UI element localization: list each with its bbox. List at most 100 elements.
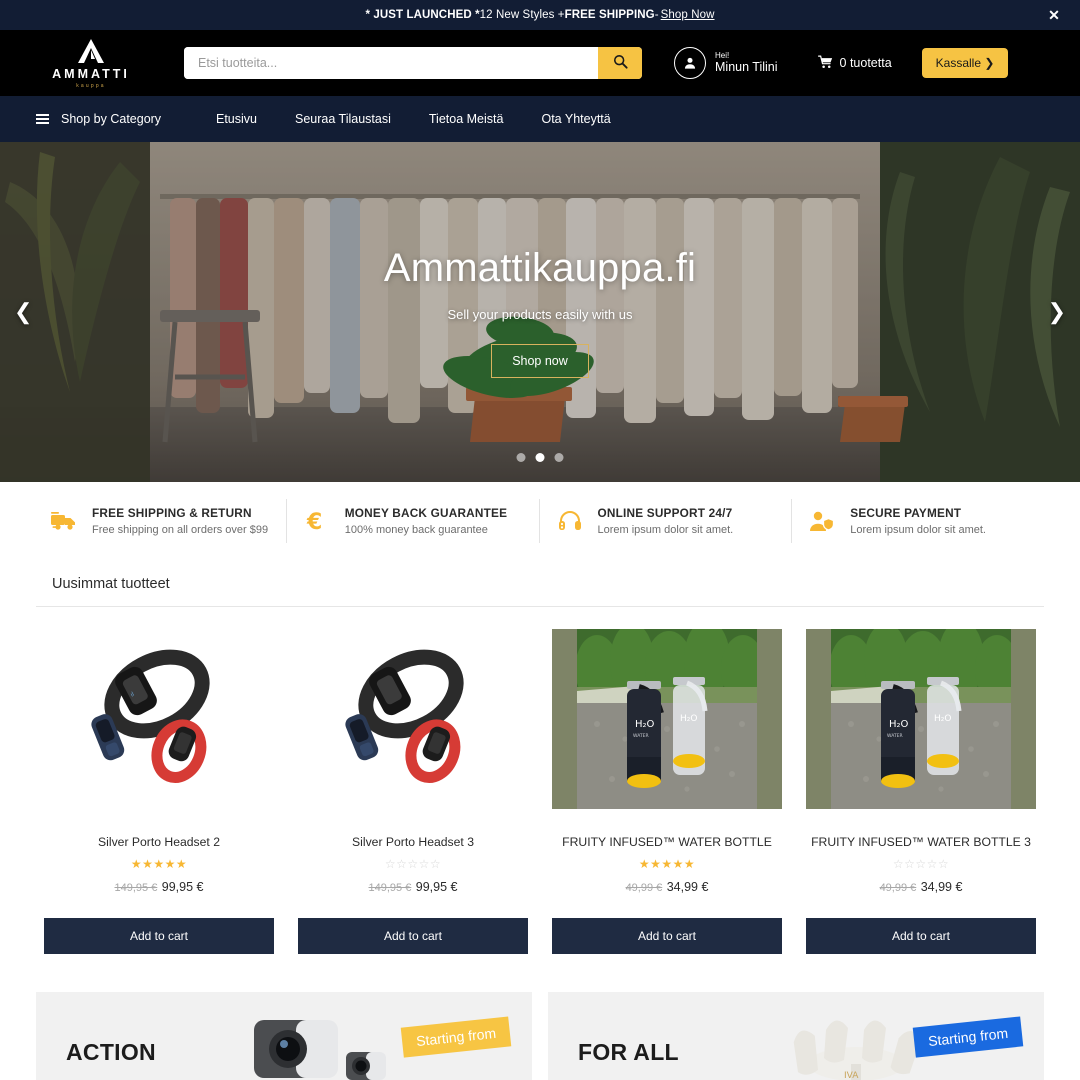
main-navigation: Shop by Category Etusivu Seuraa Tilausta… [0,96,1080,142]
latest-products-section: Uusimmat tuotteet ıl Silver Porto Headse… [0,560,1080,954]
add-to-cart-button[interactable]: Add to cart [298,918,528,954]
product-title: Silver Porto Headset 2 [98,835,220,849]
add-to-cart-button[interactable]: Add to cart [806,918,1036,954]
product-card[interactable]: H₂O WATER H₂O FRUITY INFUSED™ WATER BOTT… [544,629,790,954]
action-camera-image [244,992,393,1080]
logo-mark-icon [74,38,108,64]
shop-by-category-label: Shop by Category [61,112,162,126]
cart-summary[interactable]: 0 tuotetta [817,55,892,72]
features-strip: FREE SHIPPING & RETURN Free shipping on … [0,482,1080,560]
announcement-prefix: * JUST LAUNCHED * [365,9,480,21]
announcement-emphasis: FREE SHIPPING [564,9,655,21]
shop-by-category-button[interactable]: Shop by Category [36,112,216,126]
carousel-dot-1[interactable] [516,453,526,462]
product-image[interactable]: H₂O WATER H₂O [806,629,1036,809]
add-to-cart-button[interactable]: Add to cart [44,918,274,954]
cart-count-label: 0 tuotetta [839,56,892,70]
star-empty: ☆☆☆☆☆ [892,857,950,871]
product-prices: 49,99 € 34,99 € [806,878,1036,896]
product-card[interactable]: H₂O WATER H₂O FRUITY INFUSED™ WATER BOTT… [798,629,1044,954]
product-image[interactable]: H₂O WATER H₂O [552,629,782,809]
product-prices: 149,95 € 99,95 € [298,878,528,896]
hero-content: Ammattikauppa.fi Sell your products easi… [0,142,1080,482]
carousel-prev-button[interactable]: ❮ [14,299,32,325]
hero-carousel: Ammattikauppa.fi Sell your products easi… [0,142,1080,482]
promo-banners: ACTION Starting from FOR ALL IVA Startin… [0,954,1080,1080]
account-menu[interactable]: Hei! Minun Tilini [674,47,778,79]
feature-online-support: ONLINE SUPPORT 24/7 Lorem ipsum dolor si… [538,499,792,543]
feature-desc: Lorem ipsum dolor sit amet. [850,524,986,536]
svg-text:€: € [306,510,322,533]
dining-set-image: IVA [756,992,921,1080]
logo-subtitle: kauppa [76,82,106,89]
product-price-old: 49,99 € [625,882,663,894]
site-logo[interactable]: AMMATTI kauppa [36,38,146,89]
svg-text:H₂O: H₂O [889,719,909,730]
svg-text:IVA: IVA [844,1071,859,1080]
search-bar[interactable] [184,47,642,79]
product-rating: ★★★★★ [44,858,274,870]
account-name: Minun Tilini [715,60,778,75]
star-filled: ★★★★★ [638,857,696,871]
announcement-suffix: - [654,9,659,21]
product-price-new: 99,95 € [415,880,458,894]
product-prices: 49,99 € 34,99 € [552,878,782,896]
feature-title: FREE SHIPPING & RETURN [92,506,252,520]
feature-free-shipping: FREE SHIPPING & RETURN Free shipping on … [36,499,286,543]
nav-link-seuraa-tilaustasi[interactable]: Seuraa Tilaustasi [295,112,391,126]
nav-link-ota-yhteytta[interactable]: Ota Yhteyttä [541,112,610,126]
promo-tag: Starting from [400,1016,512,1058]
carousel-dot-2[interactable] [535,453,545,462]
promo-banner-action[interactable]: ACTION Starting from [36,992,532,1080]
hamburger-icon [36,114,49,124]
section-heading: Uusimmat tuotteet [36,560,1044,607]
announcement-shop-now-link[interactable]: Shop Now [661,9,715,21]
product-rating: ☆☆☆☆☆ [298,858,528,870]
feature-title: SECURE PAYMENT [850,506,962,520]
carousel-next-button[interactable]: ❯ [1048,299,1066,325]
euro-icon: € [303,509,331,533]
carousel-dots [516,453,564,462]
close-icon[interactable]: ✕ [1048,8,1060,22]
site-header: AMMATTI kauppa Hei! Minun Tilini [0,30,1080,96]
product-image[interactable] [298,629,528,809]
hero-title: Ammattikauppa.fi [383,246,697,290]
headset-icon [556,510,584,532]
promo-banner-for-all[interactable]: FOR ALL IVA Starting from [548,992,1044,1080]
product-price-old: 49,99 € [879,882,917,894]
product-rating: ★★★★★ [552,858,782,870]
add-to-cart-button[interactable]: Add to cart [552,918,782,954]
promo-title: FOR ALL [578,1038,679,1065]
star-filled: ★★★★★ [130,857,188,871]
search-button[interactable] [598,47,642,79]
shield-user-icon [808,510,836,532]
product-image[interactable]: ıl [44,629,274,809]
truck-icon [50,511,78,531]
account-greeting: Hei! [715,51,730,61]
product-card[interactable]: Silver Porto Headset 3 ☆☆☆☆☆ 149,95 € 99… [290,629,536,954]
product-price-old: 149,95 € [368,882,412,894]
product-price-old: 149,95 € [114,882,158,894]
checkout-button[interactable]: Kassalle ❯ [921,48,1009,78]
feature-desc: Lorem ipsum dolor sit amet. [597,524,734,536]
feature-title: MONEY BACK GUARANTEE [344,506,508,520]
nav-link-etusivu[interactable]: Etusivu [216,112,257,126]
hero-shop-now-button[interactable]: Shop now [491,344,589,378]
search-icon [613,54,628,72]
nav-link-tietoa-meista[interactable]: Tietoa Meistä [429,112,504,126]
star-empty: ☆☆☆☆☆ [384,857,442,871]
feature-money-back: € MONEY BACK GUARANTEE 100% money back g… [285,499,539,543]
svg-text:WATER: WATER [633,733,649,739]
feature-title: ONLINE SUPPORT 24/7 [597,506,733,520]
cart-icon [817,55,833,72]
svg-text:H₂O: H₂O [934,714,951,724]
search-input[interactable] [184,47,598,79]
product-title: Silver Porto Headset 3 [352,835,474,849]
product-prices: 149,95 € 99,95 € [44,878,274,896]
product-title: FRUITY INFUSED™ WATER BOTTLE 3 [811,835,1031,849]
feature-desc: Free shipping on all orders over $99 [92,524,269,536]
product-card[interactable]: ıl Silver Porto Headset 2 ★★★★★ 149,95 €… [36,629,282,954]
announcement-bar: * JUST LAUNCHED * 12 New Styles + FREE S… [0,0,1080,30]
user-icon [674,47,706,79]
carousel-dot-3[interactable] [554,453,564,462]
